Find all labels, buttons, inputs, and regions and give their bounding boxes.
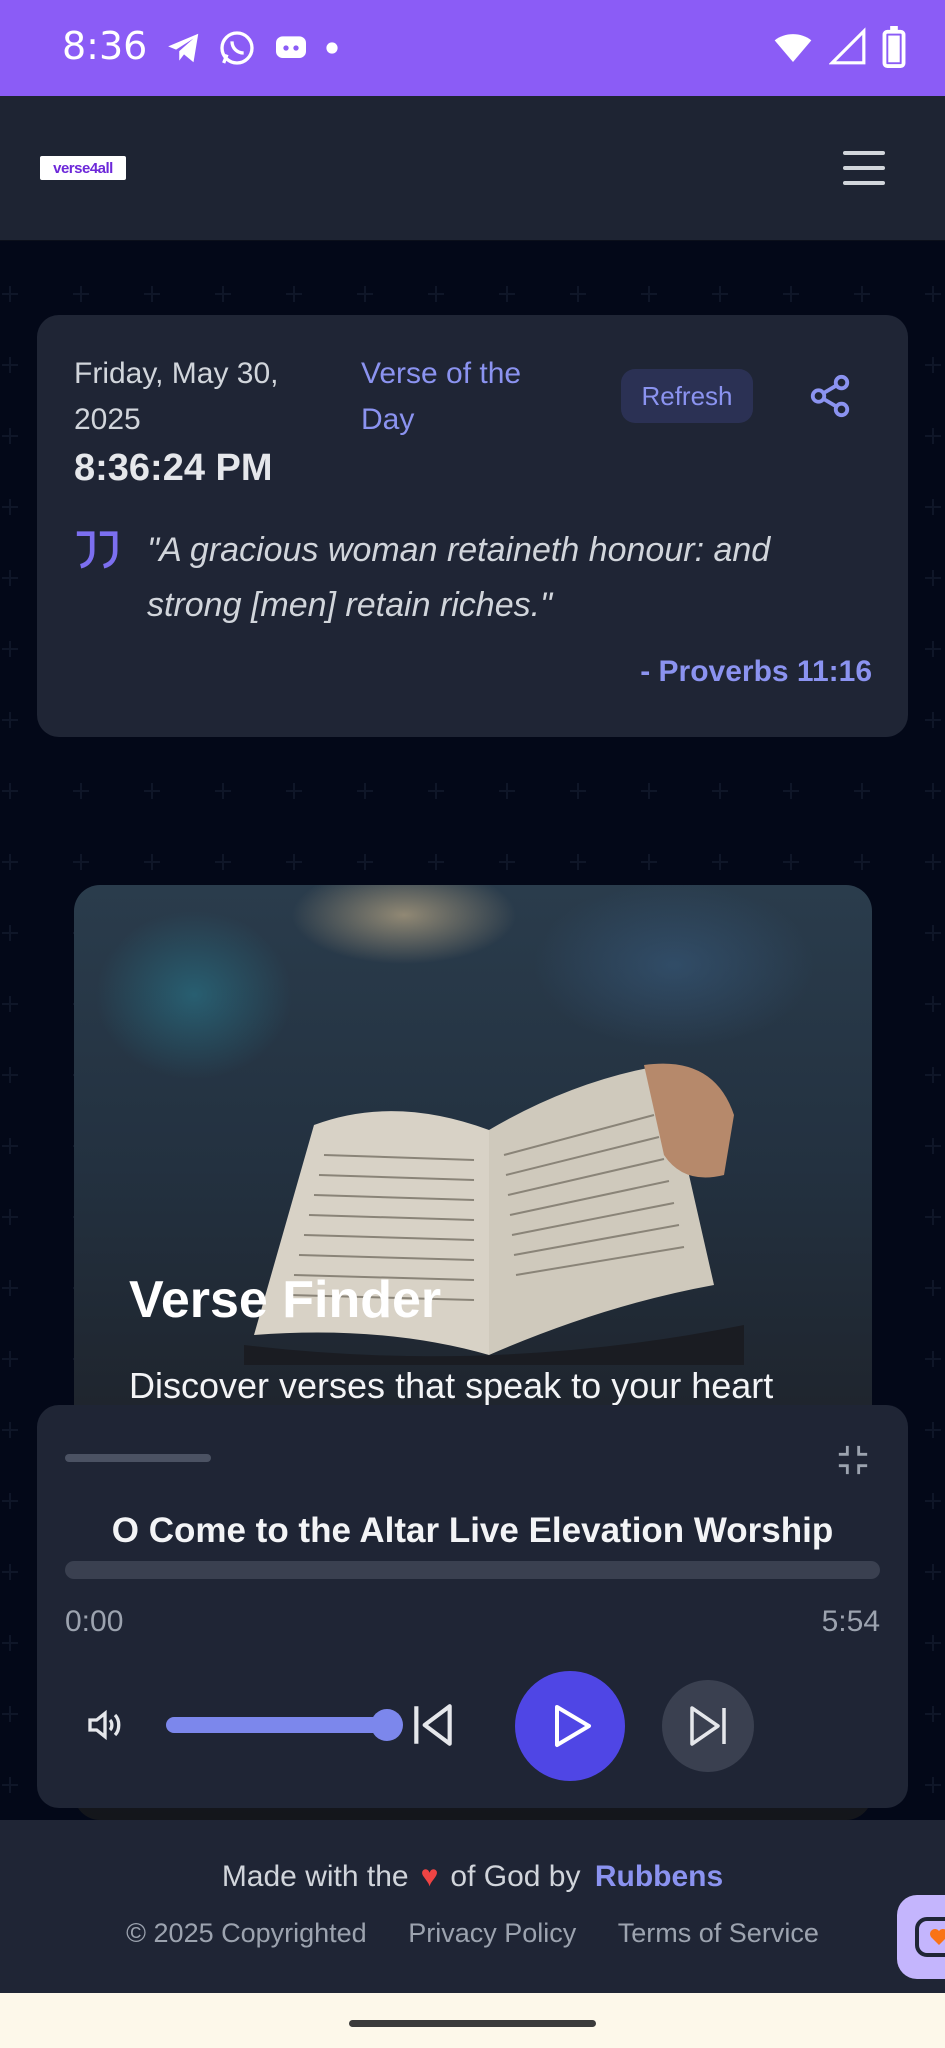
author-link[interactable]: Rubbens <box>595 1860 723 1893</box>
quote-icon <box>76 531 118 569</box>
floating-action-button[interactable] <box>897 1895 945 1979</box>
feature-subtitle: Discover verses that speak to your heart <box>129 1365 774 1406</box>
share-icon[interactable] <box>807 373 853 419</box>
drag-handle[interactable] <box>65 1454 211 1462</box>
next-track-icon <box>690 1706 726 1746</box>
home-gesture-handle[interactable] <box>349 2020 596 2027</box>
copyright-text: © 2025 Copyrighted <box>126 1918 367 1948</box>
footer: Made with the ♥ of God by Rubbens © 2025 C… <box>0 1820 945 1993</box>
current-date: Friday, May 30, 2025 <box>74 357 279 436</box>
made-prefix: Made with the <box>221 1860 409 1893</box>
made-suffix: of God by <box>450 1860 581 1893</box>
terms-of-service-link[interactable]: Terms of Service <box>618 1918 819 1948</box>
volume-slider-thumb[interactable] <box>371 1709 403 1741</box>
heart-chat-icon <box>915 1917 945 1957</box>
refresh-button[interactable]: Refresh <box>621 369 753 423</box>
made-with-line: Made with the ♥ of God by Rubbens <box>0 1860 945 1894</box>
feature-title: Verse Finder <box>129 1271 442 1329</box>
track-title: O Come to the Altar Live Elevation Worsh… <box>111 1511 834 1550</box>
elapsed-time: 0:00 <box>65 1605 124 1638</box>
music-player: O Come to the Altar Live Elevation Worsh… <box>37 1405 908 1808</box>
play-button[interactable] <box>515 1671 625 1781</box>
previous-track-icon[interactable] <box>408 1698 458 1752</box>
verse-text: "A gracious woman retaineth honour: and … <box>147 531 771 624</box>
verse-heading: Verse of the Day <box>361 357 522 436</box>
footer-links: © 2025 Copyrighted Privacy Policy Terms … <box>0 1918 945 1949</box>
verse-of-the-day-card: Friday, May 30, 2025 8:36:24 PM Verse of… <box>37 315 908 737</box>
privacy-policy-link[interactable]: Privacy Policy <box>408 1918 576 1948</box>
current-time: 8:36:24 PM <box>74 447 273 489</box>
minimize-icon[interactable] <box>836 1443 870 1477</box>
volume-icon[interactable] <box>82 1705 128 1745</box>
play-icon <box>555 1705 591 1747</box>
next-track-button[interactable] <box>662 1680 754 1772</box>
verse-reference: - Proverbs 11:16 <box>640 655 872 688</box>
volume-slider[interactable] <box>166 1717 384 1733</box>
total-time: 5:54 <box>821 1605 880 1638</box>
heart-icon: ♥ <box>420 1860 439 1893</box>
progress-bar[interactable] <box>65 1561 880 1579</box>
system-navigation-bar <box>0 1993 945 2048</box>
